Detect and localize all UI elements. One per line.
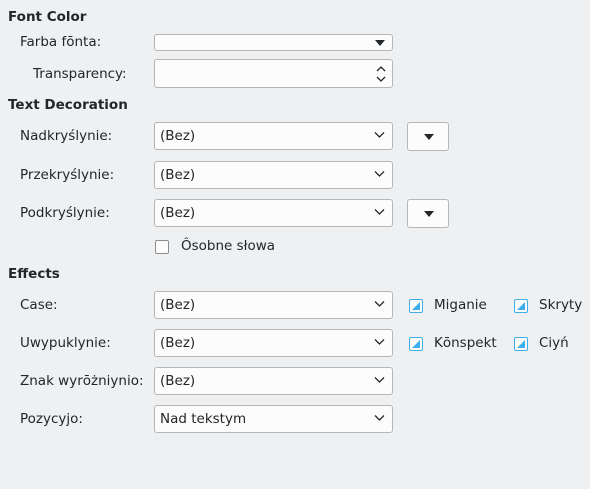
dropdown-arrow-icon	[424, 211, 434, 217]
text-decoration-title: Text Decoration	[8, 97, 128, 113]
relief-label: Uwypuklynie:	[20, 335, 111, 351]
relief-select[interactable]: (Bez)	[154, 329, 393, 357]
case-select[interactable]: (Bez)	[154, 291, 393, 319]
strikethrough-label: Przekryślynie:	[20, 167, 115, 183]
relief-value: (Bez)	[160, 335, 196, 351]
blink-label: Miganie	[434, 297, 487, 313]
chevron-down-icon	[374, 339, 385, 345]
case-value: (Bez)	[160, 297, 196, 313]
shadow-label: Ciyń	[539, 335, 569, 351]
effects-title: Effects	[8, 266, 60, 282]
case-label: Case:	[20, 297, 58, 313]
position-label: Pozycyjo:	[20, 411, 83, 427]
overline-label: Nadkryślynie:	[20, 128, 113, 144]
emphasis-select[interactable]: (Bez)	[154, 367, 393, 395]
underline-label: Podkryślynie:	[20, 205, 110, 221]
outline-label: Kōnspekt	[434, 335, 497, 351]
chevron-down-icon	[374, 377, 385, 383]
strikethrough-select[interactable]: (Bez)	[154, 161, 393, 189]
chevron-down-icon	[374, 132, 385, 138]
spin-arrows-icon[interactable]	[376, 66, 386, 82]
overline-value: (Bez)	[160, 128, 196, 144]
hidden-checkbox[interactable]	[514, 299, 528, 313]
font-color-title: Font Color	[8, 9, 87, 25]
hidden-label: Skryty	[539, 297, 583, 313]
font-color-label: Farba fōnta:	[20, 34, 102, 50]
position-select[interactable]: Nad tekstym	[154, 405, 393, 433]
chevron-down-icon	[374, 301, 385, 307]
overline-color-button[interactable]	[407, 122, 449, 151]
individual-words-label: Ôsobne słowa	[181, 238, 276, 254]
individual-words-checkbox[interactable]	[155, 240, 169, 254]
chevron-down-icon	[374, 415, 385, 421]
transparency-spinbox[interactable]	[154, 59, 393, 88]
transparency-label: Transparency:	[33, 66, 127, 82]
emphasis-value: (Bez)	[160, 373, 196, 389]
chevron-down-icon	[374, 209, 385, 215]
underline-select[interactable]: (Bez)	[154, 199, 393, 227]
underline-value: (Bez)	[160, 205, 196, 221]
chevron-down-icon	[374, 171, 385, 177]
shadow-checkbox[interactable]	[514, 337, 528, 351]
strikethrough-value: (Bez)	[160, 167, 196, 183]
dropdown-arrow-icon	[375, 40, 385, 46]
blink-checkbox[interactable]	[409, 299, 423, 313]
overline-select[interactable]: (Bez)	[154, 122, 393, 150]
font-color-dropdown[interactable]	[154, 34, 393, 51]
dropdown-arrow-icon	[424, 134, 434, 140]
position-value: Nad tekstym	[160, 411, 247, 427]
emphasis-label: Znak wyrōżniynio:	[20, 373, 144, 389]
underline-color-button[interactable]	[407, 199, 449, 228]
outline-checkbox[interactable]	[409, 337, 423, 351]
